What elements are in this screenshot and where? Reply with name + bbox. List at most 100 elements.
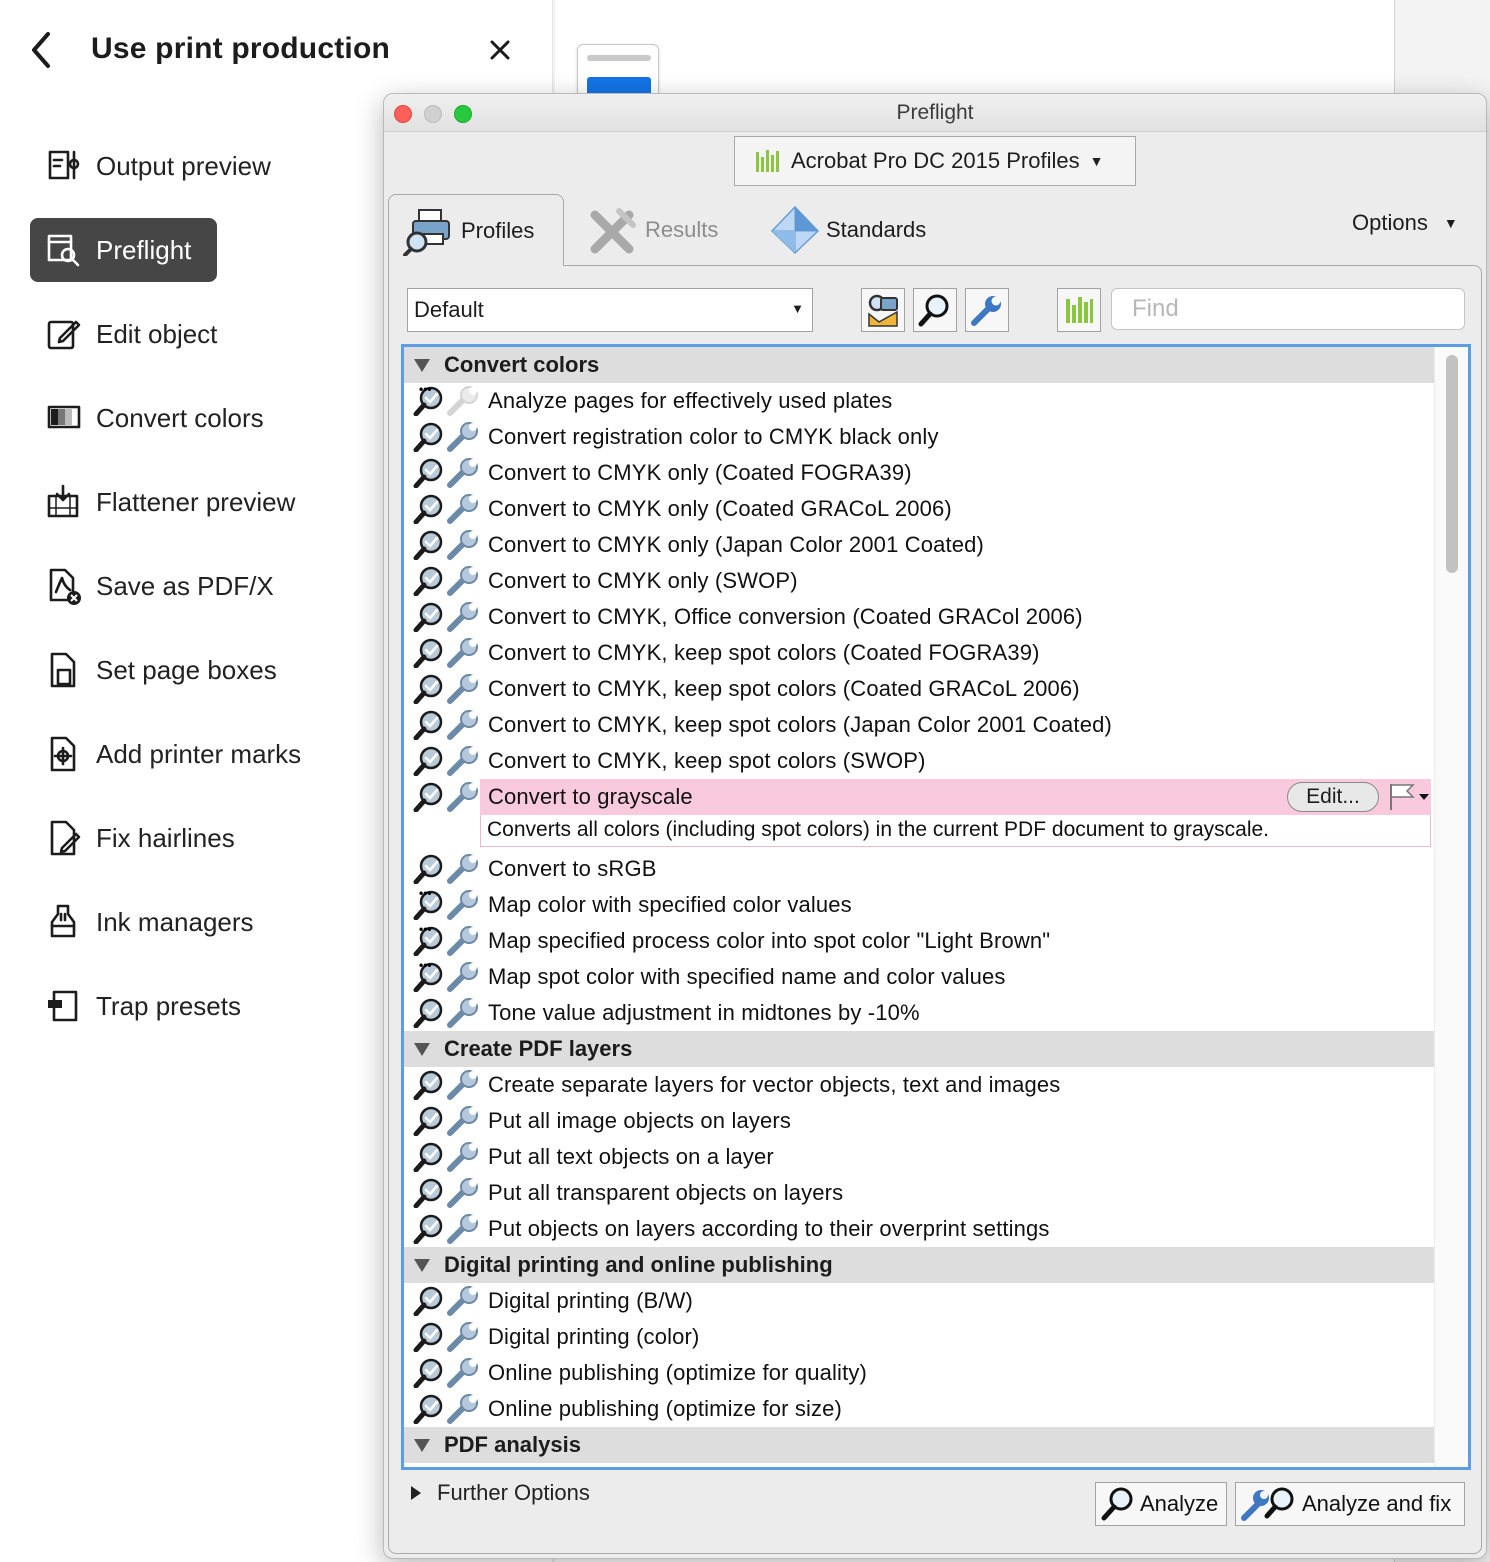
- tool-label: Fix hairlines: [96, 822, 235, 853]
- title-bar[interactable]: Preflight: [384, 94, 1486, 132]
- group-label: Convert colors: [444, 352, 600, 377]
- check-status: •••: [412, 887, 446, 920]
- fixup-wrench-icon: [447, 746, 478, 776]
- profile-row[interactable]: Convert to CMYK, Office conversion (Coat…: [404, 599, 1434, 635]
- profile-row[interactable]: ••• Map spot color with specified name a…: [404, 959, 1434, 995]
- flag-menu-button[interactable]: [1387, 782, 1431, 812]
- disclosure-triangle-icon: [414, 358, 430, 372]
- back-button[interactable]: [26, 30, 60, 70]
- profile-row[interactable]: Put objects on layers according to their…: [404, 1211, 1434, 1247]
- profile-list[interactable]: Convert colors ••• Analyze pages for effe…: [401, 344, 1471, 1470]
- check-magnifier-icon: [413, 494, 443, 524]
- check-only-filter-button[interactable]: [913, 288, 957, 332]
- profile-row[interactable]: Put all transparent objects on layers: [404, 1175, 1434, 1211]
- tool-flattener-preview[interactable]: Flattener preview: [30, 470, 321, 534]
- check-magnifier-icon: [413, 1322, 443, 1352]
- check-magnifier-icon: [413, 422, 443, 452]
- profile-row[interactable]: Convert to CMYK only (Coated FOGRA39): [404, 455, 1434, 491]
- select-profile-button[interactable]: [861, 288, 905, 332]
- check-magnifier-icon: [413, 458, 443, 488]
- profile-row[interactable]: Convert to CMYK only (Japan Color 2001 C…: [404, 527, 1434, 563]
- tool-ink-managers[interactable]: Ink managers: [30, 890, 280, 954]
- profile-row[interactable]: Online publishing (optimize for quality): [404, 1355, 1434, 1391]
- profile-label: Tone value adjustment in midtones by -10…: [488, 1000, 920, 1025]
- tool-fix-hairlines[interactable]: Fix hairlines: [30, 806, 261, 870]
- check-status: [412, 566, 446, 596]
- library-button[interactable]: [1057, 288, 1101, 332]
- flattener-preview-icon: [47, 484, 79, 518]
- tool-output-preview[interactable]: Output preview: [30, 134, 297, 198]
- check-status: [412, 1322, 446, 1352]
- edit-profile-button[interactable]: Edit...: [1287, 782, 1379, 812]
- fix-hairlines-icon: [50, 820, 81, 856]
- profile-group-header[interactable]: Digital printing and online publishing: [404, 1247, 1434, 1283]
- fixup-wrench-icon: [447, 530, 478, 560]
- fixup-filter-button[interactable]: [965, 288, 1009, 332]
- profile-row[interactable]: Convert to CMYK, keep spot colors (SWOP): [404, 743, 1434, 779]
- tool-edit-object[interactable]: Edit object: [30, 302, 243, 366]
- profile-row[interactable]: Digital printing (color): [404, 1319, 1434, 1355]
- profile-row[interactable]: ••• Map specified process color into spo…: [404, 923, 1434, 959]
- further-options-toggle[interactable]: Further Options: [411, 1480, 590, 1506]
- tool-trap-presets[interactable]: Trap presets: [30, 974, 267, 1038]
- profile-row[interactable]: Convert to CMYK, keep spot colors (Coate…: [404, 671, 1434, 707]
- profile-row[interactable]: Convert to CMYK only (SWOP): [404, 563, 1434, 599]
- tool-icon-wrap: [44, 818, 84, 858]
- tab-results[interactable]: Results: [589, 194, 718, 266]
- tool-set-page-boxes[interactable]: Set page boxes: [30, 638, 303, 702]
- check-magnifier-icon: [413, 1394, 443, 1424]
- check-status: [412, 530, 446, 560]
- profile-group-header[interactable]: Create PDF layers: [404, 1031, 1434, 1067]
- profile-row[interactable]: Convert to CMYK, keep spot colors (Coate…: [404, 635, 1434, 671]
- analyze-and-fix-button[interactable]: Analyze and fix: [1235, 1482, 1465, 1526]
- profile-row[interactable]: Tone value adjustment in midtones by -10…: [404, 995, 1434, 1031]
- check-magnifier-icon: [413, 638, 443, 668]
- profile-row[interactable]: ••• Analyze pages for effectively used p…: [404, 383, 1434, 419]
- tool-preflight[interactable]: Preflight: [30, 218, 218, 282]
- profile-group-header[interactable]: PDF analysis: [404, 1427, 1434, 1463]
- profile-row[interactable]: Convert to CMYK, keep spot colors (Japan…: [404, 707, 1434, 743]
- profile-row[interactable]: Digital printing (B/W): [404, 1283, 1434, 1319]
- profile-row[interactable]: Convert registration color to CMYK black…: [404, 419, 1434, 455]
- preflight-icon: [47, 234, 80, 267]
- tool-convert-colors[interactable]: Convert colors: [30, 386, 290, 450]
- profile-label: Map spot color with specified name and c…: [488, 964, 1006, 989]
- options-menu[interactable]: Options ▼: [1352, 210, 1458, 236]
- tab-profiles[interactable]: Profiles: [388, 194, 564, 266]
- profile-row[interactable]: Convert to CMYK only (Coated GRACoL 2006…: [404, 491, 1434, 527]
- profile-set-dropdown[interactable]: Acrobat Pro DC 2015 Profiles ▼: [734, 136, 1136, 186]
- close-icon: [490, 40, 510, 60]
- profile-label: Put objects on layers according to their…: [488, 1216, 1050, 1241]
- close-panel-button[interactable]: [484, 34, 516, 66]
- profile-label: Convert to CMYK, keep spot colors (Japan…: [488, 712, 1112, 737]
- profile-label: Put all text objects on a layer: [488, 1144, 774, 1169]
- check-status: •••: [412, 383, 446, 416]
- scrollbar-thumb[interactable]: [1446, 355, 1458, 573]
- tab-standards[interactable]: Standards: [770, 194, 926, 266]
- profile-group-header[interactable]: Convert colors: [404, 347, 1434, 383]
- check-status: •••: [412, 959, 446, 992]
- profile-row[interactable]: Online publishing (optimize for size): [404, 1391, 1434, 1427]
- find-input[interactable]: [1111, 288, 1465, 330]
- check-magnifier-icon: [413, 602, 443, 632]
- profile-label: Convert to CMYK, keep spot colors (Coate…: [488, 676, 1080, 701]
- profile-label: Convert to CMYK only (Japan Color 2001 C…: [488, 532, 985, 557]
- profile-row[interactable]: Put all text objects on a layer: [404, 1139, 1434, 1175]
- profile-set-label: Acrobat Pro DC 2015 Profiles: [791, 148, 1080, 173]
- tool-icon-wrap: [44, 146, 84, 186]
- list-scrollbar[interactable]: [1434, 347, 1468, 1467]
- profile-row[interactable]: ••• Map color with specified color value…: [404, 887, 1434, 923]
- analyze-button[interactable]: Analyze: [1095, 1482, 1227, 1526]
- profile-checks-icon: [868, 294, 898, 327]
- profile-row[interactable]: Convert to sRGB: [404, 851, 1434, 887]
- profile-label: Convert to CMYK, keep spot colors (SWOP): [488, 748, 926, 773]
- options-label: Options: [1352, 210, 1428, 235]
- check-magnifier-icon: [413, 1358, 443, 1388]
- tool-save-as-pdfx[interactable]: Save as PDF/X: [30, 554, 300, 618]
- profile-row-selected[interactable]: Convert to grayscale Edit...: [404, 779, 1434, 815]
- profile-row[interactable]: Create separate layers for vector object…: [404, 1067, 1434, 1103]
- profile-filter-dropdown[interactable]: Default ▼: [407, 288, 813, 332]
- check-magnifier-icon: [413, 1070, 443, 1100]
- profile-row[interactable]: Put all image objects on layers: [404, 1103, 1434, 1139]
- tool-add-printer-marks[interactable]: Add printer marks: [30, 722, 327, 786]
